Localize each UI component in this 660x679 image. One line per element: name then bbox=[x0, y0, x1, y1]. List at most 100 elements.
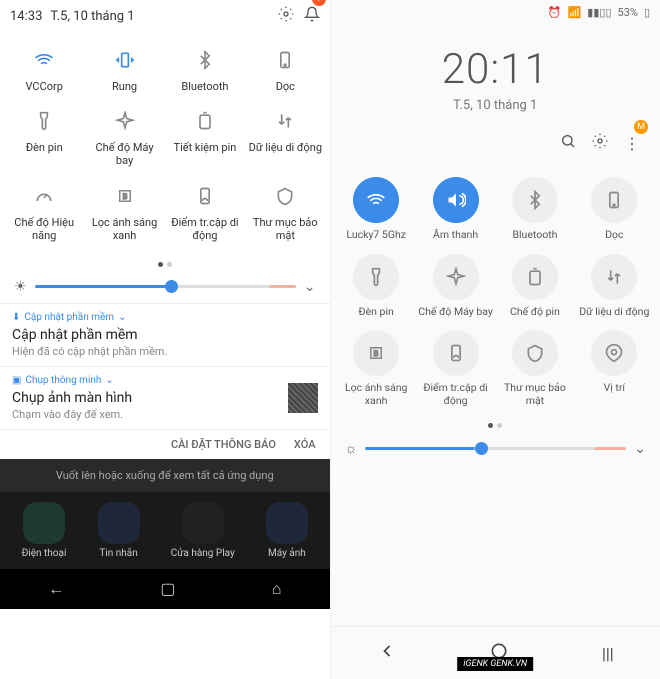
tile-flashlight[interactable]: Đèn pin bbox=[4, 101, 84, 175]
brightness-slider[interactable] bbox=[365, 447, 626, 450]
tile-perf[interactable]: Chế độ Hiệu năng bbox=[4, 176, 84, 250]
status-date: T.5, 10 tháng 1 bbox=[50, 9, 134, 24]
tile-label: Chế độ Máy bay bbox=[86, 141, 162, 167]
tile-secure[interactable]: Thư mục bảo mật bbox=[245, 176, 325, 250]
tile-bluelight[interactable]: B Lọc ánh sáng xanh bbox=[84, 176, 164, 250]
notification-icon[interactable]: 1 bbox=[304, 6, 320, 26]
recents-button[interactable]: ▢ bbox=[160, 579, 175, 598]
rotate-icon bbox=[273, 48, 297, 72]
chevron-down-icon[interactable]: ⌄ bbox=[634, 441, 646, 457]
qs-label: Vị trí bbox=[604, 382, 625, 395]
back-button[interactable]: ← bbox=[48, 579, 64, 599]
messages-icon bbox=[98, 502, 140, 544]
qs-label: Bluetooth bbox=[512, 229, 557, 242]
dock-messages[interactable]: Tin nhắn bbox=[98, 502, 140, 559]
dock-label: Cửa hàng Play bbox=[171, 548, 235, 559]
qs-bluetooth[interactable]: Bluetooth bbox=[497, 177, 572, 242]
quick-tiles-left: VCCorpRungBluetooth Dọc Đèn pin Chế độ Máy … bbox=[0, 32, 330, 258]
home-button[interactable]: ⌂ bbox=[272, 579, 282, 599]
qs-flashlight[interactable]: Đèn pin bbox=[339, 254, 414, 319]
qs-label: Đèn pin bbox=[359, 306, 394, 319]
tile-label: Điểm tr.cập di động bbox=[167, 216, 243, 242]
dock-camera[interactable]: Máy ảnh bbox=[266, 502, 308, 559]
flashlight-icon bbox=[353, 254, 399, 300]
secure-icon bbox=[512, 330, 558, 376]
qs-hotspot[interactable]: Điểm tr.cập di động bbox=[418, 330, 493, 407]
status-bar-left: 14:33 T.5, 10 tháng 1 1 bbox=[0, 0, 330, 32]
phone-icon bbox=[23, 502, 65, 544]
tile-bluetooth[interactable]: Bluetooth bbox=[165, 40, 245, 101]
battery-icon bbox=[512, 254, 558, 300]
notif-sub: Hiện đã có cập nhật phần mềm. bbox=[12, 345, 318, 358]
clear-button[interactable]: XÓA bbox=[294, 438, 316, 451]
qs-label: Chế độ Máy bay bbox=[418, 306, 493, 319]
bluelight-icon: B bbox=[353, 330, 399, 376]
tile-hotspot[interactable]: Điểm tr.cập di động bbox=[165, 176, 245, 250]
tile-wifi[interactable]: VCCorp bbox=[4, 40, 84, 101]
page-dots-right bbox=[331, 419, 660, 432]
secure-icon bbox=[273, 184, 297, 208]
tile-label: Dọc bbox=[276, 80, 295, 93]
menu-icon[interactable]: ⋮M bbox=[624, 134, 640, 153]
recents-button[interactable]: ||| bbox=[602, 644, 614, 663]
wifi-icon bbox=[32, 48, 56, 72]
tile-rotate[interactable]: Dọc bbox=[245, 40, 325, 101]
data-icon bbox=[591, 254, 637, 300]
tile-vibrate[interactable]: Rung bbox=[84, 40, 164, 101]
qs-location[interactable]: Vị trí bbox=[577, 330, 652, 407]
qs-airplane[interactable]: Chế độ Máy bay bbox=[418, 254, 493, 319]
tile-label: Đèn pin bbox=[26, 141, 63, 154]
wifi-icon bbox=[353, 177, 399, 223]
qs-sound[interactable]: Âm thanh bbox=[418, 177, 493, 242]
tile-battery[interactable]: Tiết kiệm pin bbox=[165, 101, 245, 175]
status-bar-right: ⏰ 📶 ▮▮▯▯ 53% ▯ bbox=[331, 0, 660, 25]
gear-icon[interactable] bbox=[592, 133, 608, 153]
tile-label: Lọc ánh sáng xanh bbox=[86, 216, 162, 242]
qs-bluelight[interactable]: B Lọc ánh sáng xanh bbox=[339, 330, 414, 407]
notification-update[interactable]: ⬇Cập nhật phần mềm ⌄ Cập nhật phần mềm H… bbox=[0, 303, 330, 366]
dock-label: Điện thoại bbox=[22, 548, 67, 559]
airplane-icon bbox=[113, 109, 137, 133]
hotspot-icon bbox=[433, 330, 479, 376]
qs-battery[interactable]: Chế độ pin bbox=[497, 254, 572, 319]
lock-time: 20:11 bbox=[331, 45, 660, 94]
qs-label: Lọc ánh sáng xanh bbox=[339, 382, 414, 407]
qs-data[interactable]: Dữ liệu di động bbox=[577, 254, 652, 319]
brightness-row-right: ☼ ⌄ bbox=[331, 432, 660, 465]
dock-label: Máy ảnh bbox=[268, 548, 306, 559]
bluetooth-icon bbox=[512, 177, 558, 223]
search-icon[interactable] bbox=[560, 133, 576, 153]
qs-label: Dọc bbox=[605, 229, 623, 242]
brightness-row-left: ☀ ⌄ bbox=[0, 271, 330, 303]
dock-phone[interactable]: Điện thoại bbox=[22, 502, 67, 559]
qs-label: Chế độ pin bbox=[510, 306, 560, 319]
clock-time: 14:33 bbox=[10, 9, 42, 24]
dock-play[interactable]: Cửa hàng Play bbox=[171, 502, 235, 559]
gear-icon[interactable] bbox=[278, 6, 294, 26]
home-hint: Vuốt lên hoặc xuống để xem tất cả ứng dụ… bbox=[0, 459, 330, 492]
quick-settings-right: Lucky7 5GhzÂm thanh Bluetooth Dọc Đèn pin Ch… bbox=[331, 165, 660, 419]
qs-label: Thư mục bảo mật bbox=[497, 382, 572, 407]
battery-icon bbox=[193, 109, 217, 133]
brightness-slider[interactable] bbox=[35, 285, 296, 288]
settings-button[interactable]: CÀI ĐẶT THÔNG BÁO bbox=[171, 438, 276, 451]
dock-label: Tin nhắn bbox=[99, 548, 137, 559]
qs-wifi[interactable]: Lucky7 5Ghz bbox=[339, 177, 414, 242]
sound-icon bbox=[433, 177, 479, 223]
alarm-icon: ⏰ bbox=[548, 6, 562, 19]
tile-airplane[interactable]: Chế độ Máy bay bbox=[84, 101, 164, 175]
svg-text:B: B bbox=[374, 349, 379, 358]
notification-screenshot[interactable]: ▣Chụp thông minh ⌄ Chụp ảnh màn hình Chạ… bbox=[0, 366, 330, 429]
chevron-down-icon[interactable]: ⌄ bbox=[304, 279, 316, 295]
qs-rotate[interactable]: Dọc bbox=[577, 177, 652, 242]
tile-data[interactable]: Dữ liệu di động bbox=[245, 101, 325, 175]
qs-secure[interactable]: Thư mục bảo mật bbox=[497, 330, 572, 407]
back-button[interactable] bbox=[377, 641, 397, 665]
page-dots bbox=[0, 258, 330, 271]
app-icon: ▣ bbox=[12, 375, 21, 386]
brightness-icon: ☼ bbox=[345, 440, 358, 457]
bluetooth-icon bbox=[193, 48, 217, 72]
notif-title: Cập nhật phần mềm bbox=[12, 327, 318, 343]
svg-text:B: B bbox=[122, 192, 127, 201]
tile-label: Chế độ Hiệu năng bbox=[6, 216, 82, 242]
